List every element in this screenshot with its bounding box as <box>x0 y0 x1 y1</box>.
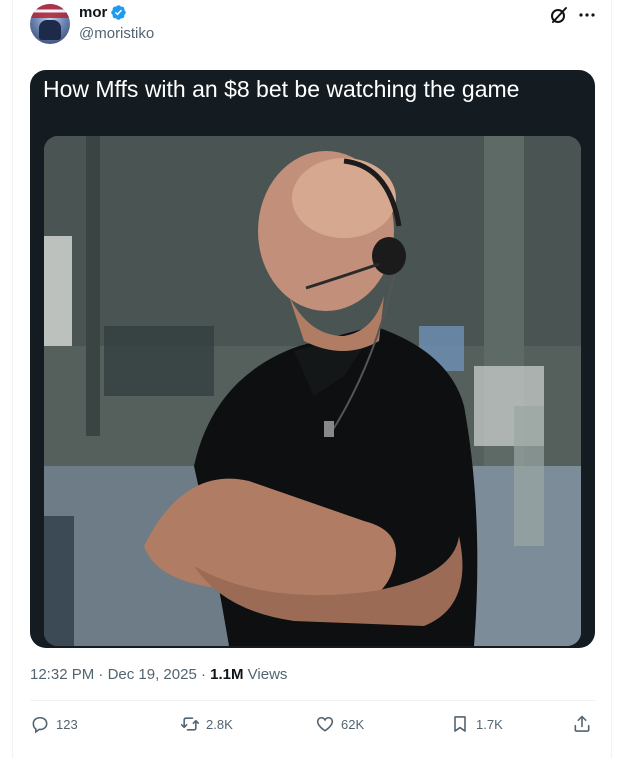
divider <box>30 700 596 701</box>
avatar-figure <box>39 20 61 40</box>
like-icon <box>316 716 334 732</box>
verified-badge-icon[interactable] <box>110 4 127 21</box>
reply-icon <box>32 716 48 734</box>
tweet-card: mor @moristiko How Mffs with an $8 bet b… <box>12 0 612 758</box>
like-count: 62K <box>341 716 365 732</box>
share-button[interactable] <box>572 714 592 734</box>
meta-separator: · <box>200 666 206 683</box>
retweet-button[interactable]: 2.8K <box>180 714 233 734</box>
reply-count: 123 <box>56 716 78 732</box>
tweet-meta: 12:32 PM · Dec 19, 2025 · 1.1M Views <box>30 666 287 683</box>
grok-icon[interactable] <box>549 5 569 25</box>
meta-separator: · <box>98 666 104 683</box>
author-handle[interactable]: @moristiko <box>79 25 154 42</box>
bookmark-count: 1.7K <box>476 716 503 732</box>
avatar-flag <box>30 4 70 18</box>
retweet-icon <box>180 717 200 731</box>
tweet-media[interactable]: How Mffs with an $8 bet be watching the … <box>30 70 595 648</box>
tweet-date[interactable]: Dec 19, 2025 <box>108 666 197 683</box>
views-label: Views <box>247 666 288 683</box>
share-icon <box>574 715 590 732</box>
meme-photo <box>44 136 581 646</box>
meme-caption: How Mffs with an $8 bet be watching the … <box>43 76 520 102</box>
views-count: 1.1M <box>210 666 244 683</box>
like-button[interactable]: 62K <box>315 714 364 734</box>
more-icon[interactable] <box>577 5 597 25</box>
bookmark-icon <box>454 716 466 732</box>
tweet-header: mor @moristiko <box>13 0 613 60</box>
avatar[interactable] <box>30 4 70 44</box>
meme-photo-illustration <box>44 136 581 646</box>
retweet-count: 2.8K <box>206 716 233 732</box>
reply-button[interactable]: 123 <box>30 714 78 734</box>
bookmark-button[interactable]: 1.7K <box>450 714 503 734</box>
tweet-time[interactable]: 12:32 PM <box>30 666 94 683</box>
author-display-name[interactable]: mor <box>79 4 107 21</box>
action-bar: 123 2.8K 62K 1.7K <box>30 714 596 744</box>
author-name-row[interactable]: mor <box>79 4 127 21</box>
